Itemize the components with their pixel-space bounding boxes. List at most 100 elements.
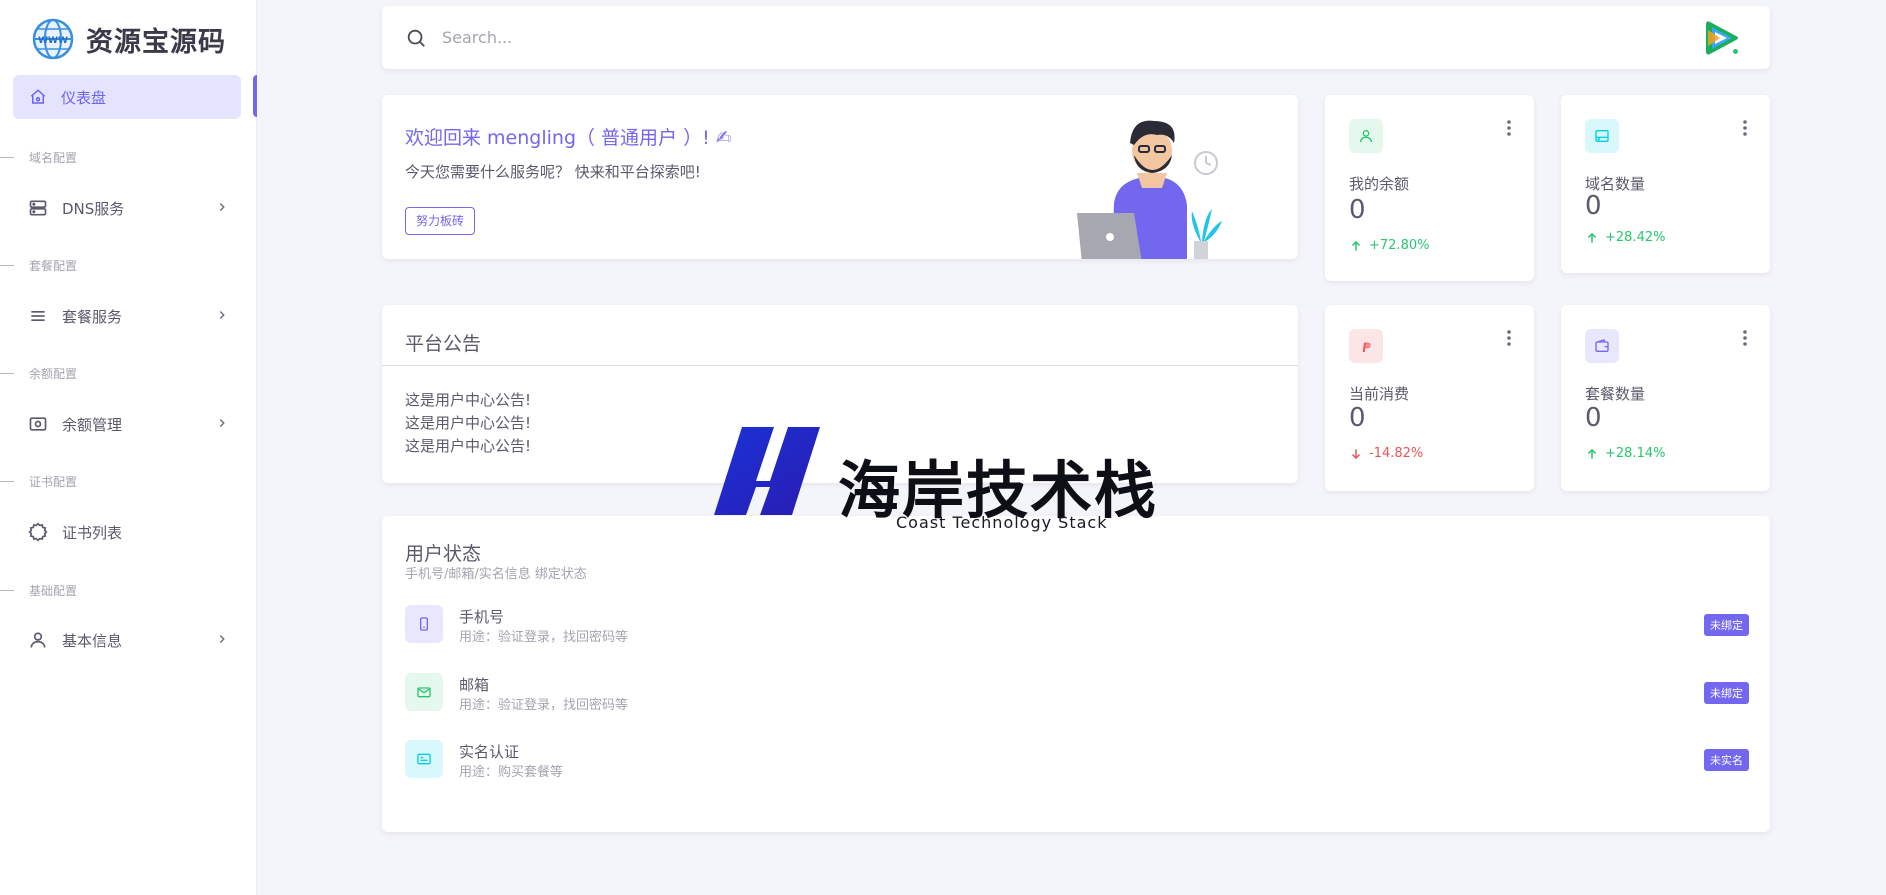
status-icon-box [405, 673, 443, 711]
stat-change: +72.80% [1349, 238, 1429, 253]
drive-icon [1595, 130, 1609, 142]
list-icon [31, 311, 45, 321]
status-icon-box [405, 740, 443, 778]
stat-icon-box [1585, 119, 1619, 153]
status-badge[interactable]: 未绑定 [1704, 614, 1749, 636]
more-vertical-icon[interactable] [1742, 119, 1748, 137]
home-icon [30, 89, 46, 104]
section-title: 基础配置 [0, 582, 77, 599]
globe-logo-icon: WWW [32, 18, 74, 60]
sidebar-item-dns[interactable]: DNS服务 [28, 188, 233, 228]
chevron-right-icon [219, 419, 225, 427]
phone-icon [420, 617, 428, 631]
online-status-dot [1731, 47, 1740, 56]
stat-value: 0 [1349, 403, 1366, 433]
status-usage: 用途：购买套餐等 [459, 765, 564, 780]
svg-text:WWW: WWW [38, 36, 68, 46]
user-status-title: 用户状态 [405, 543, 482, 565]
sidebar-item-label: 余额管理 [62, 415, 123, 434]
status-name: 手机号 [459, 608, 505, 626]
mail-icon [417, 687, 431, 698]
welcome-title: 欢迎回来 mengling（ 普通用户 ）! ✍ [405, 127, 732, 149]
arrow-up-icon [1587, 232, 1597, 243]
paypal-icon [1362, 342, 1371, 352]
cash-icon [29, 417, 47, 431]
announcement-line: 这是用户中心公告! [405, 391, 532, 409]
sidebar-item-label: 仪表盘 [61, 88, 107, 107]
stat-label: 套餐数量 [1585, 385, 1646, 403]
person-laptop-illustration [1077, 120, 1222, 259]
more-vertical-icon[interactable] [1506, 119, 1512, 137]
user-icon [30, 632, 46, 648]
arrow-up-icon [1587, 448, 1597, 459]
sidebar-item-label: 套餐服务 [62, 307, 123, 326]
sidebar-item-basic-info[interactable]: 基本信息 [28, 620, 233, 660]
stat-change: -14.82% [1349, 446, 1423, 461]
chevron-right-icon [219, 635, 225, 643]
brand-name: 资源宝源码 [86, 26, 226, 58]
stat-card-packages: 套餐数量 0 +28.14% [1561, 305, 1770, 491]
stat-value: 0 [1349, 195, 1366, 225]
welcome-subtitle: 今天您需要什么服务呢？ 快来和平台探索吧! [405, 163, 701, 181]
section-title: 域名配置 [0, 149, 77, 166]
status-usage: 用途：验证登录，找回密码等 [459, 630, 629, 645]
status-name: 邮箱 [459, 676, 490, 694]
section-title: 余额配置 [0, 365, 77, 382]
sidebar-item-packages[interactable]: 套餐服务 [28, 296, 233, 336]
wallet-icon [1595, 339, 1609, 352]
sidebar-item-label: DNS服务 [62, 199, 125, 218]
watermark-subtitle: Coast Technology Stack [896, 513, 1108, 532]
watermark: 海岸技术栈 Coast Technology Stack [712, 425, 1217, 535]
chevron-right-icon [219, 203, 225, 211]
watermark-logo-icon [714, 427, 820, 515]
chevron-right-icon [219, 311, 225, 319]
status-icon-box [405, 605, 443, 643]
stat-icon-box [1349, 119, 1383, 153]
welcome-card: 欢迎回来 mengling（ 普通用户 ）! ✍ 今天您需要什么服务呢？ 快来和… [382, 95, 1298, 259]
stat-change: +28.42% [1585, 230, 1665, 245]
work-hard-button[interactable]: 努力板砖 [405, 207, 476, 235]
id-card-icon [417, 753, 431, 765]
user-status-subtitle: 手机号/邮箱/实名信息 绑定状态 [405, 567, 587, 582]
stat-label: 当前消费 [1349, 385, 1410, 403]
status-name: 实名认证 [459, 743, 520, 761]
sidebar-item-dashboard[interactable]: 仪表盘 [13, 75, 241, 119]
search-input[interactable] [442, 22, 1042, 52]
status-badge[interactable]: 未绑定 [1704, 682, 1749, 704]
search-icon[interactable] [405, 27, 427, 49]
sidebar: WWW 资源宝源码 仪表盘 域名配置 DNS服务 套餐配置 套餐服务 余额配置 … [0, 0, 257, 895]
more-vertical-icon[interactable] [1742, 329, 1748, 347]
more-vertical-icon[interactable] [1506, 329, 1512, 347]
brand[interactable]: WWW 资源宝源码 [32, 18, 226, 60]
avatar[interactable] [1702, 18, 1742, 58]
section-title: 证书配置 [0, 473, 77, 490]
stat-value: 0 [1585, 191, 1602, 221]
arrow-down-icon [1351, 448, 1361, 459]
stat-label: 我的余额 [1349, 175, 1410, 193]
search-bar [382, 6, 1770, 69]
arrow-up-icon [1351, 240, 1361, 251]
sidebar-item-certificates[interactable]: 证书列表 [28, 512, 233, 552]
cert-icon [28, 522, 48, 542]
announcement-title: 平台公告 [382, 305, 1298, 366]
user-status-card: 用户状态 手机号/邮箱/实名信息 绑定状态 手机号 用途：验证登录，找回密码等 … [382, 516, 1770, 832]
stat-value: 0 [1585, 403, 1602, 433]
sidebar-item-balance[interactable]: 余额管理 [28, 404, 233, 444]
stat-change: +28.14% [1585, 446, 1665, 461]
stat-card-balance: 我的余额 0 +72.80% [1325, 95, 1534, 281]
stat-icon-box [1349, 329, 1383, 363]
status-row-real-name: 实名认证 用途：购买套餐等 未实名 [405, 740, 1749, 780]
sidebar-item-label: 证书列表 [62, 523, 123, 542]
status-usage: 用途：验证登录，找回密码等 [459, 698, 629, 713]
stat-card-spending: 当前消费 0 -14.82% [1325, 305, 1534, 491]
stat-icon-box [1585, 329, 1619, 363]
server-icon [29, 200, 47, 216]
section-title: 套餐配置 [0, 257, 77, 274]
status-row-email: 邮箱 用途：验证登录，找回密码等 未绑定 [405, 673, 1749, 713]
status-badge[interactable]: 未实名 [1704, 749, 1749, 771]
active-indicator [253, 75, 257, 117]
status-row-phone: 手机号 用途：验证登录，找回密码等 未绑定 [405, 605, 1749, 645]
stat-card-domains: 域名数量 0 +28.42% [1561, 95, 1770, 273]
sidebar-item-label: 基本信息 [62, 631, 123, 650]
user-icon [1360, 130, 1372, 143]
